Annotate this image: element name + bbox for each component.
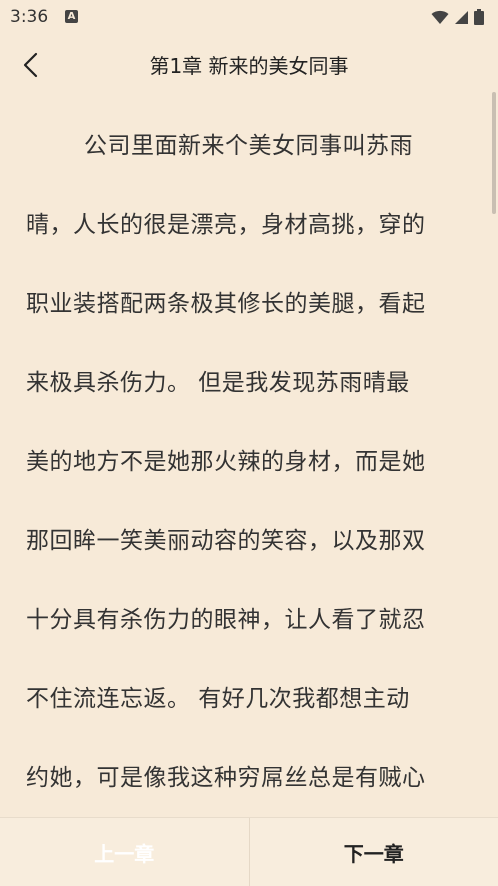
chapter-nav-bar: 上一章 下一章 bbox=[0, 817, 498, 886]
text-line: 那回眸一笑美丽动容的笑容，以及那双 bbox=[26, 513, 476, 592]
text-line: 来极具杀伤力。 但是我发现苏雨晴最 bbox=[26, 355, 476, 434]
text-line: 十分具有杀伤力的眼神，让人看了就忍 bbox=[26, 592, 476, 671]
text-line: 美的地方不是她那火辣的身材，而是她 bbox=[26, 434, 476, 513]
wifi-icon bbox=[431, 10, 449, 25]
scrollbar[interactable] bbox=[492, 92, 496, 214]
status-bar: 3:36 A bbox=[0, 0, 498, 34]
prev-chapter-button[interactable]: 上一章 bbox=[0, 818, 250, 886]
battery-icon bbox=[474, 9, 484, 25]
status-icons bbox=[431, 8, 484, 26]
chapter-title: 第1章 新来的美女同事 bbox=[0, 50, 498, 79]
reader-header: 第1章 新来的美女同事 bbox=[0, 34, 498, 96]
notification-icon: A bbox=[65, 10, 78, 23]
cellular-signal-icon bbox=[454, 10, 469, 25]
text-line: 职业装搭配两条极其修长的美腿，看起 bbox=[26, 276, 476, 355]
status-time: 3:36 bbox=[10, 7, 48, 27]
text-line: 不住流连忘返。 有好几次我都想主动 bbox=[26, 671, 476, 750]
chapter-content: 公司里面新来个美女同事叫苏雨 晴，人长的很是漂亮，身材高挑，穿的 职业装搭配两条… bbox=[26, 118, 476, 818]
text-line: 约她，可是像我这种穷屌丝总是有贼心 bbox=[26, 750, 476, 818]
text-line: 公司里面新来个美女同事叫苏雨 bbox=[26, 118, 476, 197]
next-chapter-button[interactable]: 下一章 bbox=[250, 818, 498, 886]
text-line: 晴，人长的很是漂亮，身材高挑，穿的 bbox=[26, 197, 476, 276]
